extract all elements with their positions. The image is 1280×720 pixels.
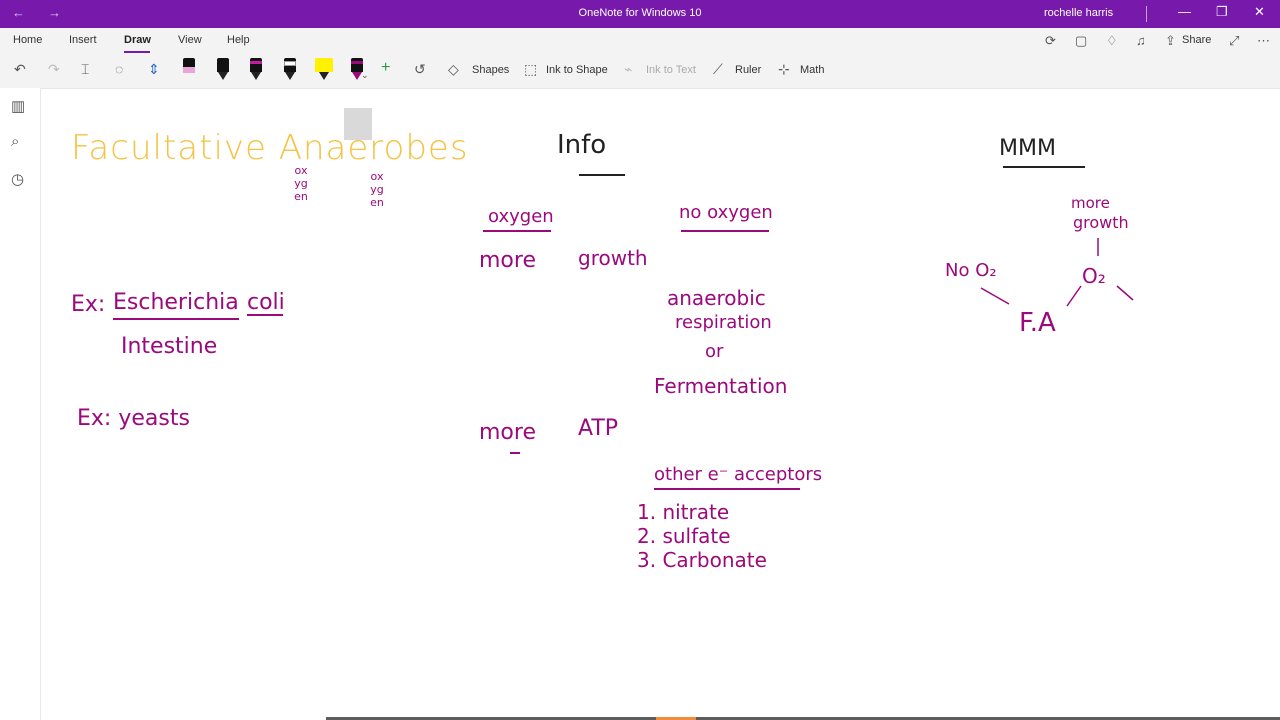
lasso-icon[interactable]: ◌ xyxy=(115,61,123,77)
redo-icon[interactable]: ↷ xyxy=(48,61,60,78)
left-sidebar: ▥ ⌕ ◷ xyxy=(0,88,41,720)
stroke-o2-link xyxy=(1066,285,1082,307)
ink-to-text-button[interactable]: Ink to Text xyxy=(646,64,696,76)
tab-view[interactable]: View xyxy=(178,34,202,46)
lightbulb-icon[interactable]: ♢ xyxy=(1106,33,1118,49)
add-pen-icon[interactable]: + xyxy=(381,59,390,77)
tab-draw[interactable]: Draw xyxy=(124,34,151,46)
ink-to-text-icon[interactable]: ⌁ xyxy=(624,61,632,78)
recent-icon[interactable]: ◷ xyxy=(11,170,24,188)
ink-to-shape-icon[interactable]: ⬚ xyxy=(524,61,537,78)
menu-bar: Home Insert Draw View Help ⟳ ▢ ♢ ♫ ⇪ Sha… xyxy=(0,28,1280,54)
ink-to-shape-button[interactable]: Ink to Shape xyxy=(546,64,608,76)
more-icon[interactable]: ⋯ xyxy=(1257,33,1270,49)
ruler-icon[interactable]: ⟋ xyxy=(713,61,723,78)
share-icon[interactable]: ⇪ xyxy=(1165,33,1176,49)
title-separator xyxy=(1146,6,1147,22)
stroke-no-o2-link xyxy=(980,287,1010,305)
ink-replay-icon[interactable]: ↺ xyxy=(414,61,426,78)
tab-help[interactable]: Help xyxy=(227,34,250,46)
tab-insert[interactable]: Insert xyxy=(69,34,97,46)
pen-pink[interactable] xyxy=(182,58,196,82)
stroke-o2-link-2 xyxy=(1116,285,1134,301)
tab-home[interactable]: Home xyxy=(13,34,42,46)
notebook-icon[interactable]: ▢ xyxy=(1075,33,1087,49)
shapes-button[interactable]: Shapes xyxy=(472,64,509,76)
close-icon[interactable]: ✕ xyxy=(1254,4,1265,20)
pen-black[interactable] xyxy=(216,58,230,82)
undo-icon[interactable]: ↶ xyxy=(14,61,26,78)
math-button[interactable]: Math xyxy=(800,64,824,76)
user-name[interactable]: rochelle harris xyxy=(1044,7,1113,19)
math-icon[interactable]: ⊹ xyxy=(778,61,790,78)
add-space-icon[interactable]: ⇕ xyxy=(148,61,160,78)
note-canvas[interactable]: Facultative Anaerobes oxygen oxygen Ex: … xyxy=(41,88,1280,720)
restore-icon[interactable]: ❐ xyxy=(1216,4,1228,20)
highlighter-yellow[interactable] xyxy=(315,58,333,82)
search-icon[interactable]: ⌕ xyxy=(11,133,19,150)
expand-icon[interactable]: ⤢ xyxy=(1229,33,1239,49)
bell-icon[interactable]: ♫ xyxy=(1136,33,1146,48)
ink-strokes xyxy=(980,238,1134,307)
active-tab-indicator xyxy=(124,51,150,53)
chevron-down-icon[interactable]: ⌄ xyxy=(361,70,369,81)
notebooks-icon[interactable]: ▥ xyxy=(11,97,25,115)
title-bar: ← → OneNote for Windows 10 rochelle harr… xyxy=(0,0,1280,28)
pen-magenta[interactable] xyxy=(249,58,263,82)
draw-toolbar: ↶ ↷ ⌶ ◌ ⇕ ⌄ + ↺ ◇ Shapes ⬚ Ink to Shape … xyxy=(0,54,1280,140)
minimize-icon[interactable]: — xyxy=(1178,4,1191,19)
type-select-icon[interactable]: ⌶ xyxy=(81,61,89,78)
ruler-button[interactable]: Ruler xyxy=(735,64,761,76)
share-button[interactable]: Share xyxy=(1182,34,1211,46)
pen-white[interactable] xyxy=(283,58,297,82)
shapes-icon[interactable]: ◇ xyxy=(448,61,459,78)
sync-icon[interactable]: ⟳ xyxy=(1045,33,1056,49)
